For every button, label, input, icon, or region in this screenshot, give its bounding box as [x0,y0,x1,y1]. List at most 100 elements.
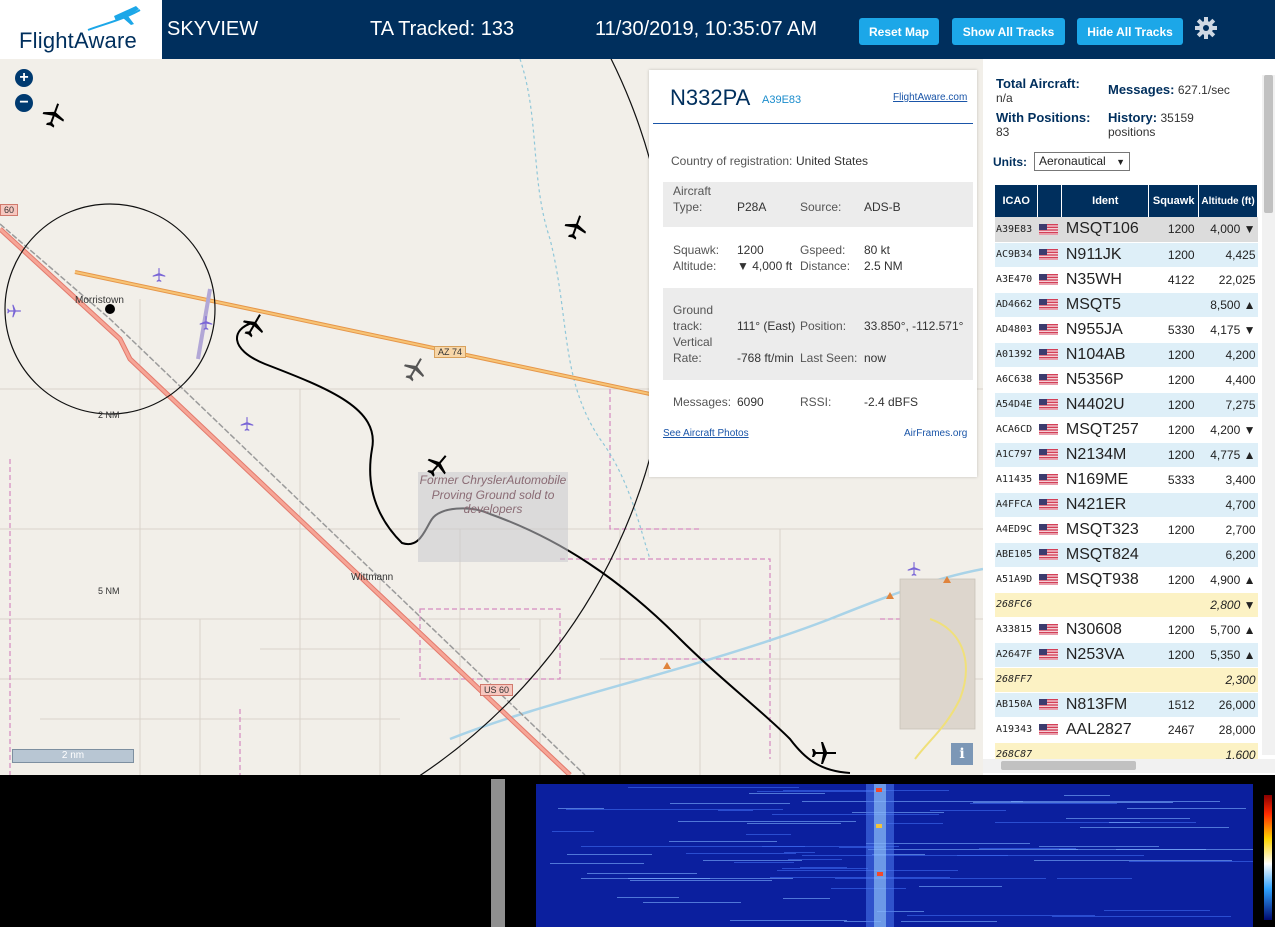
row-icao: AD4803 [995,317,1038,343]
aircraft-row[interactable]: A1C797 N2134M 1200 4,775 ▲ [995,442,1258,468]
aircraft-row[interactable]: A4ED9C MSQT323 1200 2,700 [995,517,1258,543]
gear-icon[interactable] [1194,16,1218,40]
aircraft-row[interactable]: AC9B34 N911JK 1200 4,425 [995,242,1258,268]
aircraft-row[interactable]: ACA6CD MSQT257 1200 4,200 ▼ [995,417,1258,443]
col-header-squawk[interactable]: Squawk [1148,185,1200,217]
row-icao: AC9B34 [995,242,1038,268]
row-squawk: 1200 [1148,367,1199,393]
row-ident: MSQT257 [1061,417,1149,443]
col-header-ident[interactable]: Ident [1061,185,1150,217]
zoom-out-button[interactable]: − [15,94,33,112]
selected-aircraft-icon[interactable] [240,311,268,339]
aircraft-row[interactable]: ABE105 MSQT824 6,200 [995,542,1258,568]
row-altitude: 4,400 [1198,367,1258,393]
waterfall-streak [1034,860,1232,861]
waterfall-streak [1104,910,1210,911]
row-squawk: 1200 [1148,217,1199,243]
aircraft-photos-link[interactable]: See Aircraft Photos [663,428,749,439]
waterfall-streak [802,801,1023,802]
aircraft-row[interactable]: A39E83 MSQT106 1200 4,000 ▼ [995,217,1258,243]
spectrum-divider[interactable] [491,779,505,927]
waterfall-streak [783,898,830,899]
distance-label: Distance: [800,259,851,273]
row-altitude: 8,500 ▲ [1198,292,1258,318]
town-label-morristown: Morristown [75,295,124,306]
waterfall-streak [718,810,753,811]
map-info-button[interactable]: i [951,743,973,765]
waterfall-streak [678,821,856,822]
col-header-icao[interactable]: ICAO [995,185,1039,217]
total-aircraft-stat: Total Aircraft: n/a [996,77,1080,106]
waterfall-streak [747,823,841,824]
hide-all-tracks-button[interactable]: Hide All Tracks [1077,18,1183,45]
aircraft-row[interactable]: A2647F N253VA 1200 5,350 ▲ [995,642,1258,668]
aircraft-row[interactable]: A33815 N30608 1200 5,700 ▲ [995,617,1258,643]
row-altitude: 4,200 ▼ [1198,417,1258,443]
reset-map-button[interactable]: Reset Map [859,18,939,45]
waterfall-streak [852,812,944,813]
us-flag-icon [1038,524,1058,535]
row-altitude: 4,900 ▲ [1198,567,1258,593]
us-flag-icon [1038,624,1058,635]
aircraft-table: ICAO Ident Squawk Altitude (ft) A39E83 MS… [995,185,1258,768]
waterfall-streak [1066,818,1190,819]
aircraft-row[interactable]: AD4803 N955JA 5330 4,175 ▼ [995,317,1258,343]
row-ident: N4402U [1061,392,1149,418]
aircraft-marker-icon[interactable] [424,451,452,479]
aircraft-row[interactable]: A11435 N169ME 5333 3,400 [995,467,1258,493]
aircraft-row[interactable]: A4FFCA N421ER 4,700 [995,492,1258,518]
waterfall-streak [628,878,793,879]
aircraft-marker-icon[interactable] [810,739,838,767]
aircraft-row[interactable]: A19343 AAL2827 2467 28,000 [995,717,1258,743]
col-header-altitude[interactable]: Altitude (ft) [1198,185,1258,217]
aircraft-row[interactable]: 268FC6 2,800 ▼ [995,592,1258,618]
flightaware-link[interactable]: FlightAware.com [893,92,967,103]
waterfall-streak [1057,878,1132,879]
us-flag-icon [1038,249,1058,260]
aircraft-row[interactable]: A01392 N104AB 1200 4,200 [995,342,1258,368]
row-squawk [1148,292,1199,318]
waterfall-streak [734,862,794,863]
waterfall-streak [686,853,796,854]
road-label-us60: US 60 [480,684,514,696]
vertical-scroll-thumb[interactable] [1264,75,1273,213]
aircraft-row[interactable]: A51A9D MSQT938 1200 4,900 ▲ [995,567,1258,593]
waterfall-streak [770,877,950,878]
aircraft-marker-icon[interactable] [562,213,590,241]
aircraft-row[interactable]: 268FF7 2,300 [995,667,1258,693]
units-select[interactable]: Aeronautical ▼ [1034,152,1130,171]
aircraft-row[interactable]: A54D4E N4402U 1200 7,275 [995,392,1258,418]
us-flag-icon [1038,223,1058,235]
col-header-flag[interactable] [1037,185,1063,217]
row-ident: AAL2827 [1061,717,1149,743]
waterfall-streak [1064,795,1110,796]
us-flag-icon [1038,574,1058,585]
waterfall-streak [567,854,652,855]
aircraft-row[interactable]: AB150A N813FM 1512 26,000 [995,692,1258,718]
aircraft-marker-icon[interactable] [401,355,429,383]
row-flag [1037,592,1062,618]
row-flag [1037,692,1062,718]
proving-ground-label: Former ChryslerAutomobile Proving Ground… [419,473,567,516]
gspeed-label: Gspeed: [800,243,846,257]
airframes-link[interactable]: AirFrames.org [904,428,967,439]
row-icao: A51A9D [995,567,1038,593]
row-ident: MSQT824 [1061,542,1149,568]
zoom-in-button[interactable]: + [15,69,33,87]
row-flag [1037,542,1062,568]
row-altitude: 5,700 ▲ [1198,617,1258,643]
aircraft-row[interactable]: A3E470 N35WH 4122 22,025 [995,267,1258,293]
aircraft-type-label: Aircraft [673,184,712,198]
waterfall-streak [1109,822,1140,823]
row-ident: N169ME [1061,467,1149,493]
horizontal-scroll-thumb[interactable] [1001,761,1136,770]
aircraft-row[interactable]: A6C638 N5356P 1200 4,400 [995,367,1258,393]
aircraft-row[interactable]: AD4662 MSQT5 8,500 ▲ [995,292,1258,318]
show-all-tracks-button[interactable]: Show All Tracks [952,18,1065,45]
messages-value: 6090 [737,395,764,409]
aircraft-marker-icon[interactable] [40,101,68,129]
tracked-count: TA Tracked: 133 [370,18,515,40]
flightaware-logo[interactable]: FlightAware [0,0,162,59]
row-squawk: 1200 [1148,642,1199,668]
with-positions-stat: With Positions: 83 [996,111,1091,140]
